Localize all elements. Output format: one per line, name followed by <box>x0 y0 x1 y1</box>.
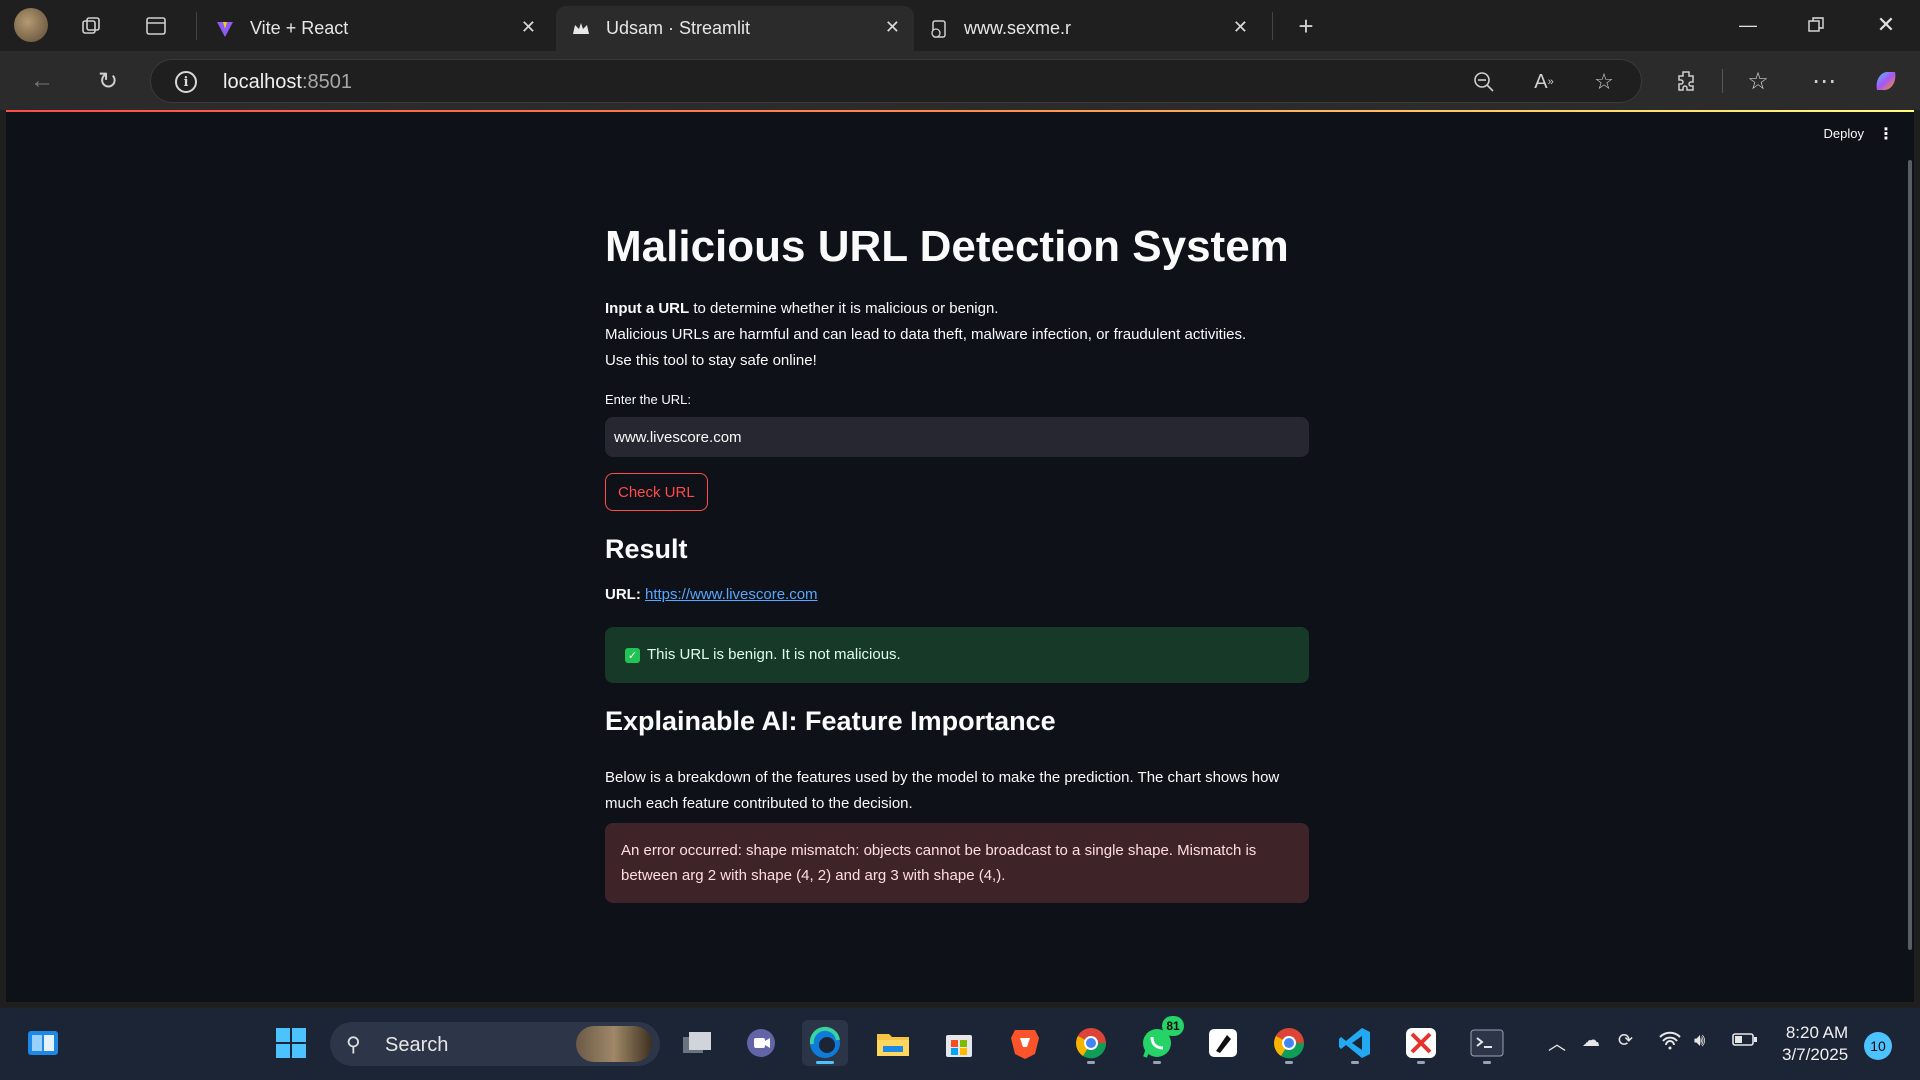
system-clock[interactable]: 8:20 AM 3/7/2025 <box>1782 1022 1848 1066</box>
chrome-profile-1-icon[interactable] <box>1068 1020 1114 1066</box>
streamlit-crown-icon <box>570 18 592 40</box>
intro-line-2: Malicious URLs are harmful and can lead … <box>605 326 1247 343</box>
page-title: Malicious URL Detection System <box>605 222 1289 271</box>
site-info-icon[interactable]: i <box>175 71 197 93</box>
new-tab-icon[interactable]: + <box>1290 10 1322 42</box>
blocked-page-icon <box>928 18 950 40</box>
tab-blocked-site[interactable]: www.sexme.r ✕ <box>914 6 1262 51</box>
tab-label: www.sexme.r <box>964 18 1072 38</box>
pen-app-icon[interactable] <box>1200 1020 1246 1066</box>
terminal-icon[interactable] <box>1464 1020 1510 1066</box>
result-url-link[interactable]: https://www.livescore.com <box>645 586 818 603</box>
taskbar-search[interactable]: ⚲ Search <box>330 1022 660 1066</box>
whatsapp-unread-badge: 81 <box>1162 1016 1184 1036</box>
favorite-star-icon[interactable]: ☆ <box>1591 69 1617 95</box>
tab-vite-react[interactable]: Vite + React ✕ <box>200 6 550 51</box>
result-url: URL: https://www.livescore.com <box>605 586 818 603</box>
xai-description-1: Below is a breakdown of the features use… <box>605 769 1280 786</box>
search-icon: ⚲ <box>346 1034 361 1056</box>
tab-streamlit[interactable]: Udsam · Streamlit ✕ <box>556 6 914 51</box>
main-menu-icon[interactable]: ⋮ <box>1878 124 1894 144</box>
address-url[interactable]: localhost:8501 <box>223 71 352 94</box>
vertical-tabs-icon[interactable] <box>140 10 172 42</box>
streamlit-decoration-bar <box>6 110 1914 112</box>
search-highlight-image <box>576 1026 652 1062</box>
edge-browser-icon[interactable] <box>802 1020 848 1066</box>
scrollbar[interactable] <box>1908 160 1912 950</box>
chrome-profile-2-icon[interactable] <box>1266 1020 1312 1066</box>
start-windows-icon[interactable] <box>268 1020 314 1066</box>
close-tab-icon[interactable]: ✕ <box>521 17 536 38</box>
intro-line-1: Input a URL to determine whether it is m… <box>605 300 999 317</box>
copilot-icon[interactable] <box>1868 63 1904 99</box>
url-input[interactable] <box>605 417 1309 457</box>
whatsapp-icon[interactable]: 81 <box>1134 1016 1184 1066</box>
widgets-icon[interactable] <box>20 1020 66 1066</box>
sync-icon[interactable]: ⟳ <box>1618 1030 1633 1051</box>
windows-taskbar: ⚲ Search 81 ︿ ☁ ⟳ 🔊︎ 8:20 AM 3/7/2025 10 <box>0 1008 1920 1080</box>
intro-line-3: Use this tool to stay safe online! <box>605 352 817 369</box>
volume-icon[interactable]: 🔊︎ <box>1694 1030 1705 1051</box>
extensions-icon[interactable] <box>1668 63 1704 99</box>
deploy-button[interactable]: Deploy <box>1824 126 1864 141</box>
vscode-icon[interactable] <box>1332 1020 1378 1066</box>
onedrive-icon[interactable]: ☁ <box>1582 1030 1600 1051</box>
minimize-icon[interactable]: — <box>1718 8 1778 42</box>
favorites-icon[interactable]: ☆ <box>1740 63 1776 99</box>
check-mark-icon: ✓ <box>625 648 640 663</box>
streamlit-app: Deploy ⋮ Malicious URL Detection System … <box>6 110 1914 1002</box>
browser-tab-bar: Vite + React ✕ Udsam · Streamlit ✕ www.s… <box>0 0 1920 51</box>
restore-icon[interactable] <box>1786 8 1846 42</box>
file-explorer-icon[interactable] <box>870 1020 916 1066</box>
battery-icon[interactable] <box>1732 1030 1758 1053</box>
more-menu-icon[interactable]: ⋯ <box>1806 63 1842 99</box>
result-heading: Result <box>605 534 688 564</box>
wifi-icon[interactable] <box>1658 1030 1682 1055</box>
xai-heading: Explainable AI: Feature Importance <box>605 706 1056 736</box>
zoom-out-icon[interactable] <box>1471 69 1497 95</box>
xai-description-2: much each feature contributed to the dec… <box>605 795 913 812</box>
microsoft-store-icon[interactable] <box>936 1020 982 1066</box>
read-aloud-icon[interactable]: A» <box>1531 69 1557 95</box>
notification-count-badge[interactable]: 10 <box>1864 1032 1892 1060</box>
refresh-icon[interactable]: ↻ <box>90 63 126 99</box>
success-message: This URL is benign. It is not malicious. <box>647 646 901 663</box>
address-bar[interactable]: i localhost:8501 A» ☆ <box>150 59 1642 103</box>
show-hidden-icons-chevron-icon[interactable]: ︿ <box>1548 1030 1566 1056</box>
profile-avatar[interactable] <box>14 8 48 42</box>
brave-browser-icon[interactable] <box>1002 1020 1048 1066</box>
tab-label: Udsam · Streamlit <box>606 18 751 38</box>
teams-chat-icon[interactable] <box>738 1020 784 1066</box>
workspaces-icon[interactable] <box>76 10 108 42</box>
success-alert: ✓ This URL is benign. It is not maliciou… <box>605 627 1309 683</box>
close-tab-icon[interactable]: ✕ <box>885 17 900 38</box>
url-input-label: Enter the URL: <box>605 392 691 407</box>
check-url-button[interactable]: Check URL <box>605 473 708 511</box>
error-alert: An error occurred: shape mismatch: objec… <box>605 823 1309 903</box>
tab-label: Vite + React <box>250 18 349 38</box>
xmind-app-icon[interactable] <box>1398 1020 1444 1066</box>
vite-icon <box>214 18 236 40</box>
browser-toolbar: ← ↻ i localhost:8501 A» ☆ ☆ ⋯ <box>0 51 1920 110</box>
error-message: An error occurred: shape mismatch: objec… <box>621 842 1257 884</box>
close-tab-icon[interactable]: ✕ <box>1233 17 1248 38</box>
back-arrow-icon[interactable]: ← <box>24 63 60 99</box>
task-view-icon[interactable] <box>674 1020 720 1066</box>
close-window-icon[interactable]: ✕ <box>1856 8 1916 42</box>
